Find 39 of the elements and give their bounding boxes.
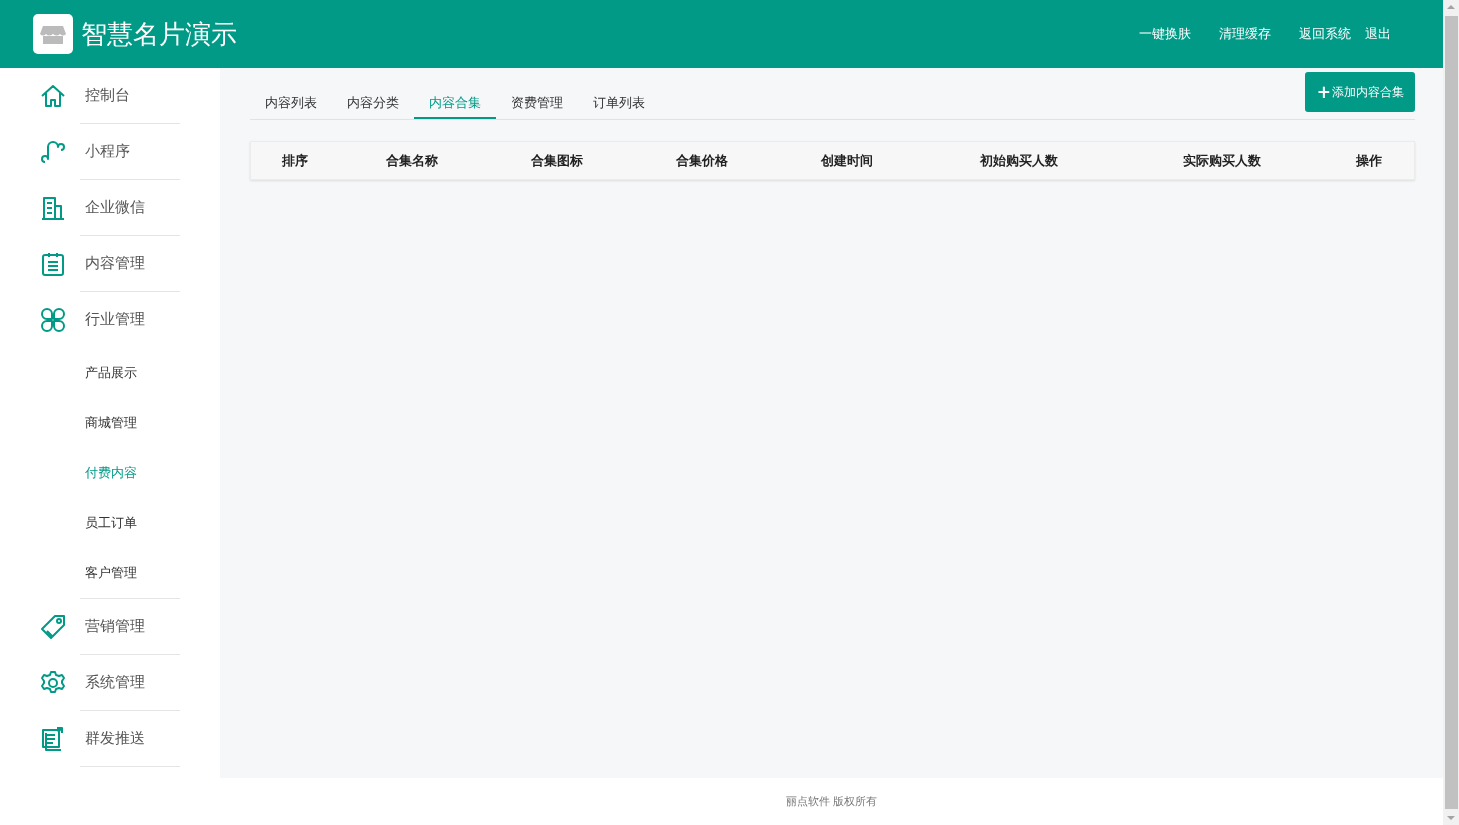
- tab[interactable]: 内容分类: [332, 88, 414, 119]
- column-header: 合集图标: [530, 151, 583, 170]
- header-link[interactable]: 清理缓存: [1219, 25, 1271, 43]
- sidebar-item[interactable]: 控制台: [85, 86, 130, 105]
- column-header: 初始购买人数: [980, 151, 1058, 170]
- sidebar-item[interactable]: 小程序: [85, 142, 130, 161]
- tab[interactable]: 内容列表: [250, 88, 332, 119]
- sidebar-subitem[interactable]: 产品展示: [85, 348, 137, 398]
- app-title: 智慧名片演示: [81, 17, 237, 51]
- column-header: 排序: [282, 151, 308, 170]
- sidebar-subitem[interactable]: 客户管理: [80, 548, 180, 599]
- tab[interactable]: 资费管理: [496, 88, 578, 119]
- column-header: 操作: [1356, 151, 1382, 170]
- sidebar-subitem[interactable]: 商城管理: [85, 398, 137, 448]
- sidebar-item[interactable]: 系统管理: [85, 673, 145, 692]
- column-header: 创建时间: [820, 151, 873, 170]
- sidebar-subitem[interactable]: 员工订单: [85, 498, 137, 548]
- column-header: 实际购买人数: [1182, 151, 1261, 170]
- sidebar-item[interactable]: 企业微信: [85, 198, 145, 217]
- scroll-down-icon[interactable]: [1447, 816, 1455, 820]
- sidebar-item[interactable]: 营销管理: [85, 617, 145, 636]
- header-link[interactable]: 一键换肤: [1139, 25, 1191, 43]
- sidebar-item[interactable]: 内容管理: [85, 254, 145, 273]
- copyright-text: 丽点软件 版权所有: [785, 794, 878, 809]
- sidebar-subitem[interactable]: 付费内容: [85, 448, 137, 498]
- column-header: 合集价格: [675, 151, 728, 170]
- sidebar-item[interactable]: 群发推送: [85, 729, 145, 748]
- tab[interactable]: 订单列表: [578, 88, 660, 119]
- scrollbar-thumb[interactable]: [1444, 16, 1458, 809]
- store-logo-icon: [33, 14, 73, 54]
- header-link[interactable]: 退出: [1365, 25, 1391, 43]
- sidebar-item[interactable]: 行业管理: [85, 310, 145, 329]
- header-link[interactable]: 返回系统: [1299, 25, 1351, 43]
- four-petal-icon: [39, 305, 67, 334]
- scroll-up-icon[interactable]: [1447, 5, 1455, 9]
- add-collection-button[interactable]: +添加内容合集: [1304, 72, 1415, 112]
- tag-icon: [39, 612, 67, 641]
- column-header: 合集名称: [385, 151, 438, 170]
- scrollbar[interactable]: [1443, 0, 1459, 825]
